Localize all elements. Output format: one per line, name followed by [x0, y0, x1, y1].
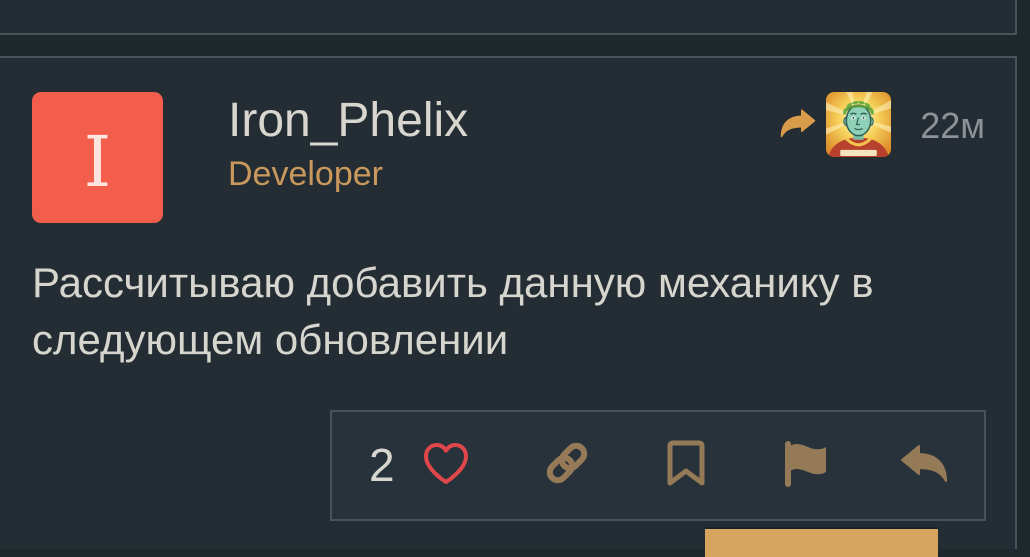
bookmark-button[interactable] — [666, 439, 706, 487]
post-body: Рассчитываю добавить данную механику в с… — [32, 259, 874, 363]
avatar-illustration — [826, 92, 891, 157]
flag-button[interactable] — [781, 439, 829, 487]
reply-to-arrow-icon — [780, 109, 816, 138]
author-title: Developer — [228, 155, 383, 193]
heart-icon — [424, 443, 468, 484]
reply-button[interactable] — [900, 443, 948, 483]
avatar-pupil-right — [862, 116, 865, 119]
reply-arrow-shape — [901, 445, 947, 482]
post-actions: 2 — [330, 410, 986, 521]
avatar-pupil-left — [852, 116, 855, 119]
flag-icon — [785, 441, 826, 487]
reply-to-indicator[interactable] — [780, 92, 891, 157]
previous-post-panel — [0, 0, 1017, 35]
topic-reply-button[interactable] — [705, 527, 938, 557]
link-icon — [546, 442, 588, 484]
reply-icon — [901, 445, 947, 482]
post: I Iron_Phelix Developer 22м Рассчитываю … — [0, 56, 1017, 557]
reply-to-arrow-shape — [780, 109, 816, 138]
bookmark-outline — [667, 440, 705, 486]
avatar-head — [845, 104, 872, 137]
heart-outline — [424, 443, 468, 484]
like-count-button[interactable]: 2 — [369, 438, 395, 492]
flag-cloth — [788, 443, 826, 475]
copy-link-button[interactable] — [542, 438, 592, 488]
bookmark-icon — [667, 440, 705, 486]
reply-to-user-avatar — [826, 92, 891, 157]
author-username[interactable]: Iron_Phelix — [228, 93, 468, 149]
like-button[interactable] — [422, 441, 470, 485]
post-age[interactable]: 22м — [920, 105, 985, 147]
link-loop — [558, 442, 588, 472]
avatar-plaque — [840, 149, 877, 156]
author-avatar[interactable]: I — [32, 92, 163, 223]
avatar-letter: I — [83, 121, 112, 203]
